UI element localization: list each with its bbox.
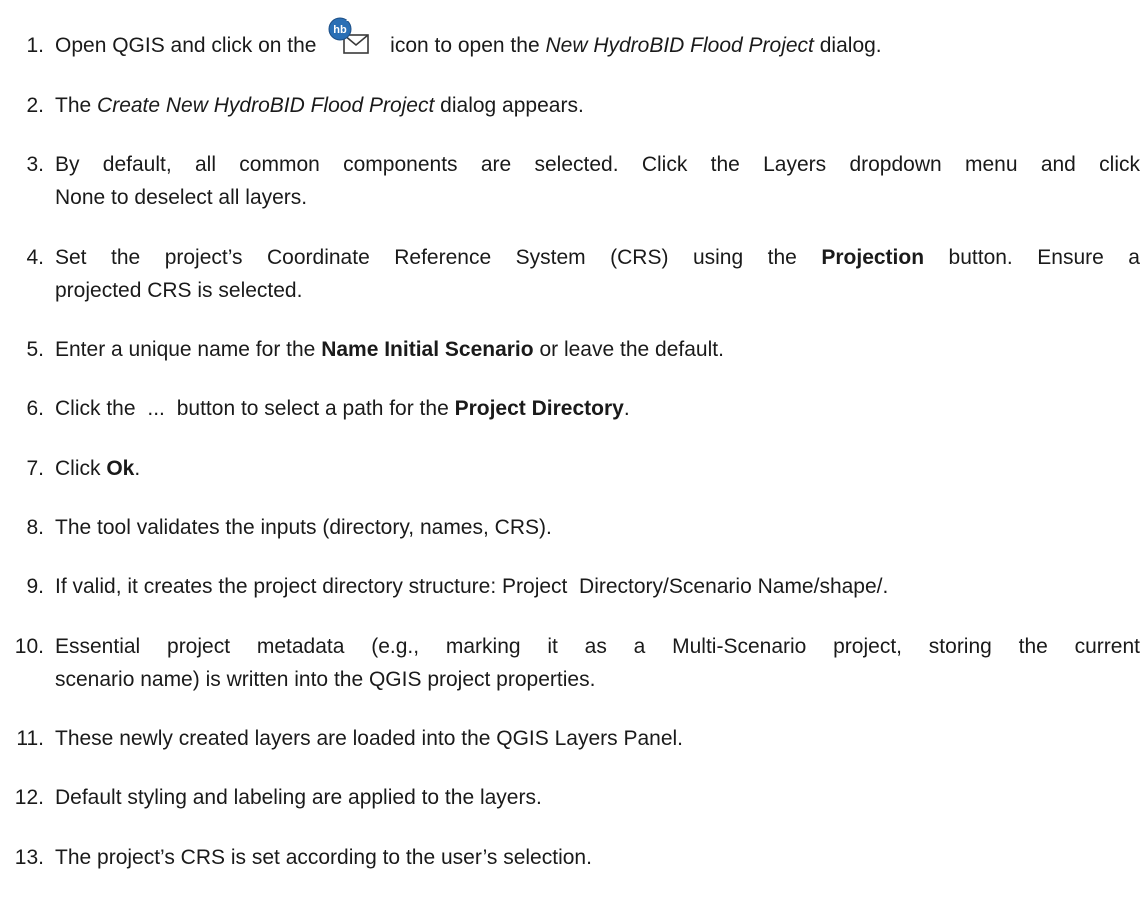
step-text: Default styling and labeling are applied… — [55, 786, 542, 809]
step-text: Open QGIS and click on the hb icon to op… — [55, 17, 1140, 62]
step-text: Enter a unique name for the Name Initial… — [55, 338, 724, 361]
step-number: 3. — [26, 153, 44, 176]
step-number: 4. — [26, 246, 44, 269]
step-text: If valid, it creates the project directo… — [55, 575, 889, 598]
step-number: 6. — [26, 397, 44, 420]
hydrobid-new-project-icon: hb — [324, 17, 380, 55]
step-text: The tool validates the inputs (directory… — [55, 516, 552, 539]
step-text: The Create New HydroBID Flood Project di… — [55, 94, 584, 117]
step-number: 10. — [14, 635, 44, 658]
step-number: 12. — [14, 786, 44, 809]
step-number: 13. — [14, 846, 44, 869]
step-number: 8. — [26, 516, 44, 539]
step-text: Click the ... button to select a path fo… — [55, 397, 630, 420]
browse-button-label: ... — [147, 397, 165, 420]
step-number: 11. — [16, 727, 44, 750]
step-text: Click Ok. — [55, 457, 141, 480]
step-number: 9. — [26, 575, 44, 598]
step-text: The project’s CRS is set according to th… — [55, 846, 592, 869]
step-text: These newly created layers are loaded in… — [55, 727, 684, 750]
step-text: Essential project metadata (e.g., markin… — [55, 635, 1140, 691]
step-number: 5. — [26, 338, 44, 361]
svg-text:hb: hb — [334, 24, 348, 36]
step-text: By default, all common components are se… — [55, 153, 1140, 209]
step-text: Set the project’s Coordinate Reference S… — [55, 246, 1140, 302]
step-number: 1. — [26, 34, 44, 57]
step-number: 7. — [26, 457, 44, 480]
step-number: 2. — [26, 94, 44, 117]
